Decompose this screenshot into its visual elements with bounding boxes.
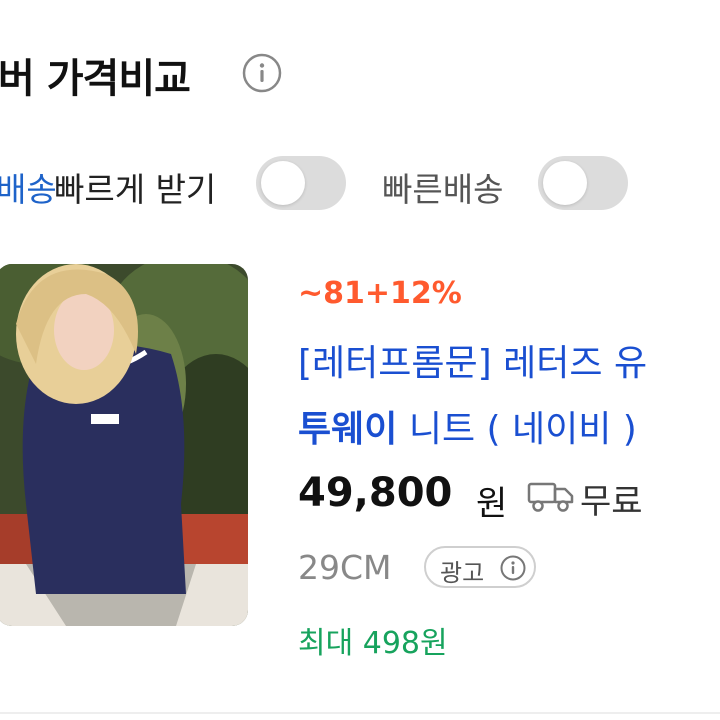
seller-name[interactable]: 29CM [298, 548, 392, 587]
product-title[interactable]: [레터프롬문] 레터즈 유 [298, 334, 647, 386]
page-title: 버 가격비교 [0, 56, 191, 102]
toggle-knob [261, 161, 305, 205]
fast-shipping-label: 빠른배송 [382, 170, 504, 209]
info-icon[interactable] [242, 53, 282, 93]
product-image[interactable] [0, 264, 248, 626]
fast-delivery-label: 빠르게 받기 [54, 170, 217, 209]
filter-row: 배송 빠르게 받기 빠른배송 [0, 156, 720, 212]
title-text-2: 니트 ( 네이비 ) [397, 409, 637, 450]
ad-badge[interactable]: 광고 [424, 546, 536, 588]
toggle-knob [543, 161, 587, 205]
brand-name: [레터프롬문] [298, 343, 492, 384]
ad-label: 광고 [440, 559, 485, 587]
divider [0, 712, 720, 714]
reward-points: 최대 498원 [298, 626, 448, 661]
product-title-line2[interactable]: 투웨이 니트 ( 네이비 ) [298, 400, 637, 452]
title-text: 레터즈 유 [491, 343, 648, 384]
price-value: 49,800 [298, 470, 453, 516]
title-highlight: 투웨이 [298, 409, 398, 450]
fast-delivery-toggle[interactable] [256, 156, 346, 210]
ad-info-icon [500, 555, 526, 581]
shipping-fee: 무료 [580, 482, 643, 522]
price-unit: 원 [476, 484, 508, 524]
fast-delivery-accent: 배송 [0, 170, 57, 209]
truck-icon [527, 482, 574, 512]
fast-shipping-toggle[interactable] [538, 156, 628, 210]
discount-rate: ~81+12% [298, 276, 462, 311]
